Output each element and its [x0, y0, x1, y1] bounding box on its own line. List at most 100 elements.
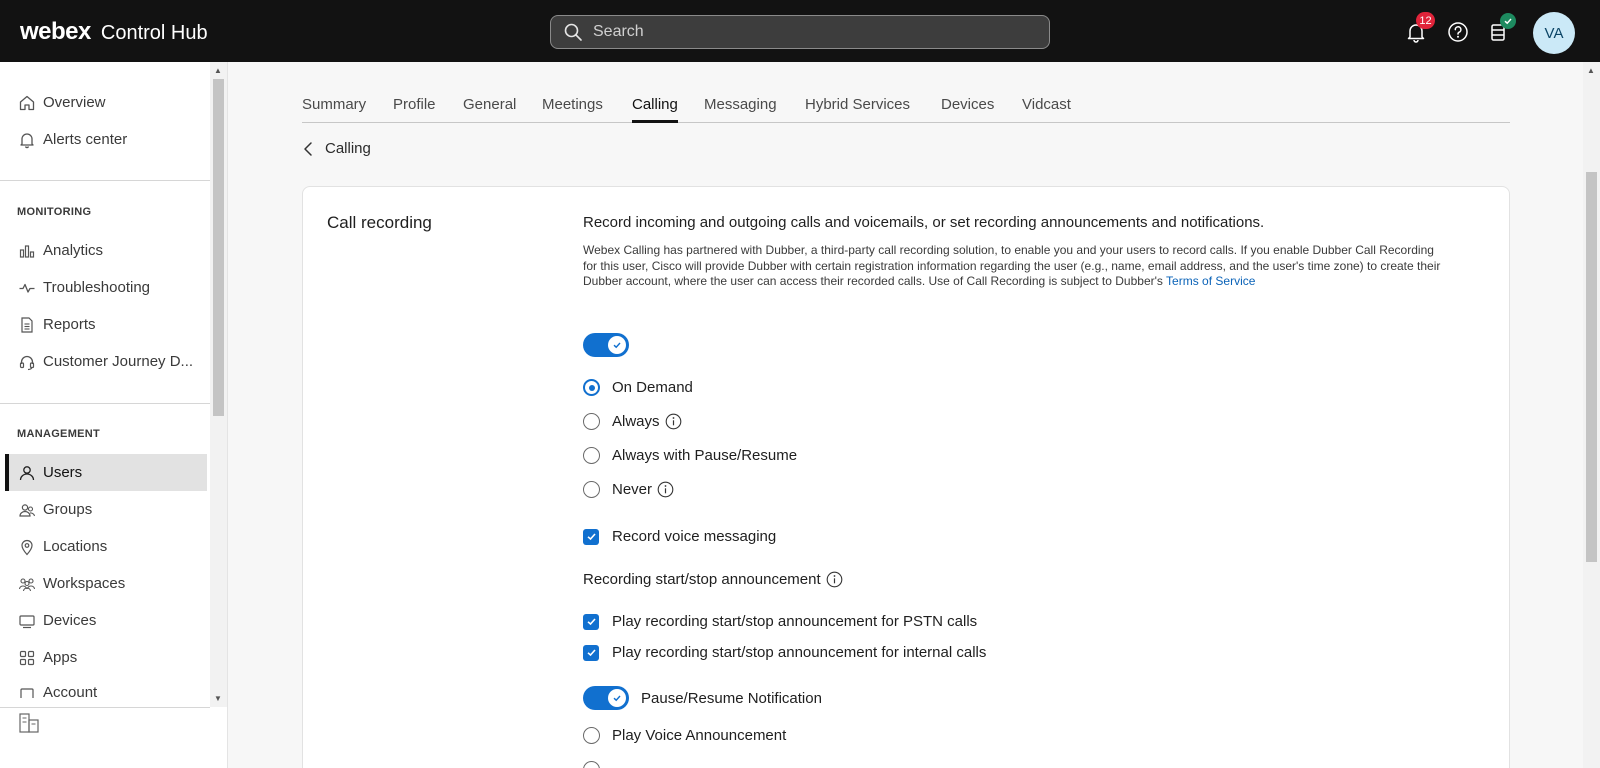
sidebar-item-workspaces[interactable]: Workspaces: [5, 565, 207, 602]
brand-logo[interactable]: webex Control Hub: [20, 18, 208, 46]
checkbox[interactable]: [583, 528, 599, 545]
brand-webex: webex: [20, 18, 91, 45]
search-input[interactable]: [593, 23, 1023, 41]
sidebar-item-devices[interactable]: Devices: [5, 602, 207, 639]
info-icon[interactable]: [826, 571, 843, 588]
notification-badge: 12: [1416, 12, 1435, 29]
help-icon: [1448, 22, 1468, 42]
sidebar-item-label: Analytics: [43, 242, 104, 259]
sidebar-item-reports[interactable]: Reports: [5, 306, 207, 343]
tab-summary[interactable]: Summary: [302, 96, 366, 123]
info-icon[interactable]: [665, 413, 682, 430]
checkbox[interactable]: [583, 613, 599, 630]
sidebar-item-analytics[interactable]: Analytics: [5, 232, 207, 269]
radio-on-demand[interactable]: On Demand: [583, 379, 693, 396]
chevron-left-icon: [304, 141, 312, 156]
checkbox[interactable]: [583, 644, 599, 661]
call-recording-toggle[interactable]: [583, 333, 629, 357]
check-icon: [613, 695, 621, 702]
section-title: Call recording: [327, 213, 432, 232]
building-icon: [19, 713, 39, 733]
section-description: Webex Calling has partnered with Dubber,…: [583, 243, 1443, 290]
main-scrollbar[interactable]: ▲: [1583, 62, 1600, 768]
sidebar-item-troubleshooting[interactable]: Troubleshooting: [5, 269, 207, 306]
toggle-knob: [608, 336, 626, 354]
sidebar-item-locations[interactable]: Locations: [5, 528, 207, 565]
collapse-sidebar-button[interactable]: [14, 708, 44, 738]
section-label-management: MANAGEMENT: [17, 428, 101, 440]
radio-button[interactable]: [583, 727, 600, 744]
sidebar-item-account[interactable]: Account: [5, 676, 207, 698]
terms-of-service-link[interactable]: Terms of Service: [1166, 274, 1255, 288]
scroll-down-icon[interactable]: ▼: [214, 694, 222, 703]
radio-label: Play Voice Announcement: [612, 727, 787, 744]
pause-resume-notification-toggle[interactable]: [583, 686, 629, 710]
checkbox-label: Play recording start/stop announcement f…: [612, 613, 978, 630]
tab-devices[interactable]: Devices: [941, 96, 994, 123]
tab-profile[interactable]: Profile: [393, 96, 436, 123]
notifications-button[interactable]: 12: [1402, 12, 1435, 46]
breadcrumb[interactable]: Calling: [303, 140, 371, 157]
checkbox-label: Record voice messaging: [612, 528, 777, 545]
radio-play-voice-announcement[interactable]: Play Voice Announcement: [583, 727, 786, 744]
announcement-heading: Recording start/stop announcement: [583, 571, 843, 588]
sidebar-item-customer-journey[interactable]: Customer Journey D...: [5, 343, 207, 380]
headset-icon: [17, 352, 37, 372]
tab-calling[interactable]: Calling: [632, 96, 678, 123]
radio-next-option[interactable]: [583, 761, 612, 768]
sidebar-item-overview[interactable]: Overview: [5, 84, 207, 121]
document-icon: [17, 315, 37, 335]
radio-button[interactable]: [583, 447, 600, 464]
scroll-up-icon[interactable]: ▲: [214, 66, 222, 75]
workspaces-icon: [17, 574, 37, 594]
sidebar-scrollbar[interactable]: ▲ ▼: [210, 62, 227, 707]
radio-label: On Demand: [612, 379, 693, 396]
checkbox-record-voice-messaging[interactable]: Record voice messaging: [583, 528, 776, 545]
check-icon: [586, 618, 596, 626]
radio-button[interactable]: [583, 481, 600, 498]
toggle-knob: [608, 689, 626, 707]
sidebar-item-apps[interactable]: Apps: [5, 639, 207, 676]
info-icon[interactable]: [657, 481, 674, 498]
radio-never[interactable]: Never: [583, 481, 674, 498]
sidebar-item-label: Account: [43, 684, 98, 698]
tab-hybrid-services[interactable]: Hybrid Services: [805, 96, 910, 123]
sidebar-scrollbar-thumb[interactable]: [213, 79, 224, 416]
tab-messaging[interactable]: Messaging: [704, 96, 777, 123]
radio-button[interactable]: [583, 761, 600, 768]
avatar[interactable]: VA: [1533, 12, 1575, 54]
announcement-heading-label: Recording start/stop announcement: [583, 571, 821, 588]
tab-meetings[interactable]: Meetings: [542, 96, 603, 123]
main-scrollbar-thumb[interactable]: [1586, 172, 1597, 562]
radio-label: Always with Pause/Resume: [612, 447, 798, 464]
sidebar-item-label: Workspaces: [43, 575, 126, 592]
bar-chart-icon: [17, 241, 37, 261]
sidebar-item-label: Customer Journey D...: [43, 353, 194, 370]
radio-always[interactable]: Always: [583, 413, 682, 430]
radio-button[interactable]: [583, 413, 600, 430]
sidebar-divider: [0, 403, 210, 404]
radio-label: Always: [612, 413, 660, 430]
radio-always-pause-resume[interactable]: Always with Pause/Resume: [583, 447, 797, 464]
help-button[interactable]: [1444, 18, 1472, 46]
check-icon: [586, 649, 596, 657]
checkbox-label: Play recording start/stop announcement f…: [612, 644, 987, 661]
radio-button[interactable]: [583, 379, 600, 396]
location-pin-icon: [17, 537, 37, 557]
sidebar-item-groups[interactable]: Groups: [5, 491, 207, 528]
checkbox-announcement-pstn[interactable]: Play recording start/stop announcement f…: [583, 613, 977, 630]
tab-general[interactable]: General: [463, 96, 516, 123]
check-icon: [1504, 18, 1512, 25]
sidebar-item-alerts-center[interactable]: Alerts center: [5, 121, 207, 158]
apps-grid-icon: [17, 648, 37, 668]
checkbox-announcement-internal[interactable]: Play recording start/stop announcement f…: [583, 644, 986, 661]
search-bar[interactable]: [550, 15, 1050, 49]
tab-vidcast[interactable]: Vidcast: [1022, 96, 1071, 123]
scroll-up-icon[interactable]: ▲: [1587, 66, 1595, 75]
status-button[interactable]: [1484, 13, 1516, 46]
sidebar-item-users[interactable]: Users: [5, 454, 207, 491]
check-icon: [613, 342, 621, 349]
search-icon: [564, 23, 582, 41]
user-icon: [17, 463, 37, 483]
status-ok-badge: [1500, 13, 1516, 29]
